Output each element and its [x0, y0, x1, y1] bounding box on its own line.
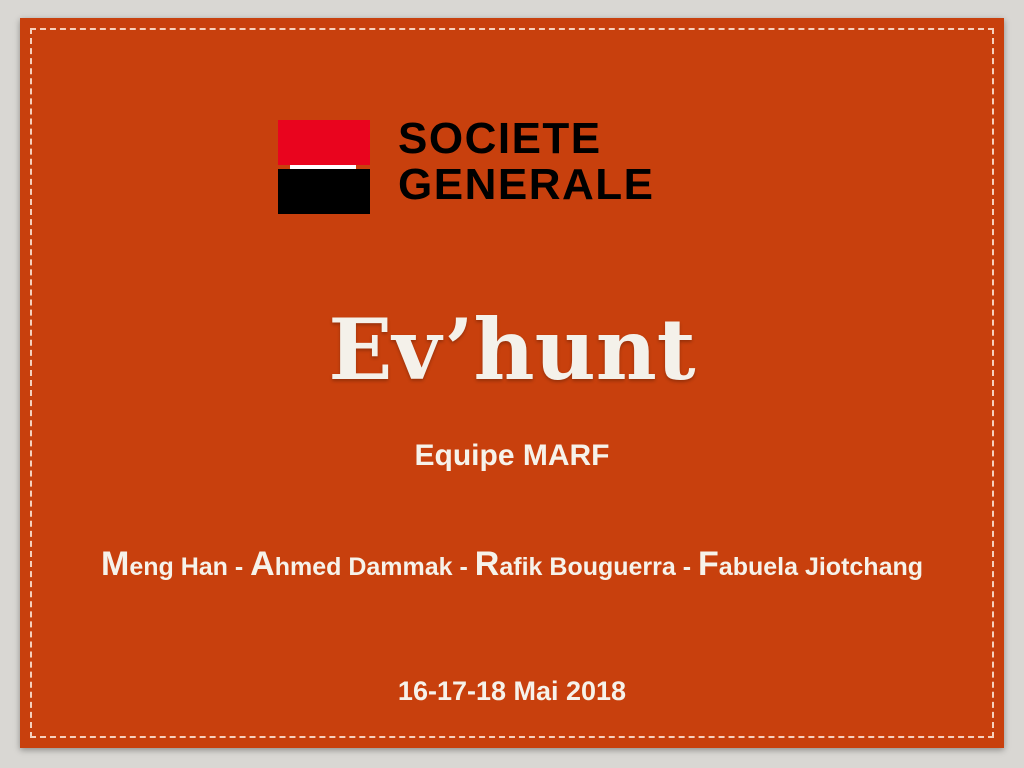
logo-line-2: GENERALE: [398, 160, 655, 209]
member-name: Fabuela Jiotchang: [698, 545, 924, 583]
member-initial: M: [100, 545, 130, 583]
member-rest: afik Bouguerra: [499, 553, 676, 581]
logo-red-square: [278, 120, 370, 165]
title-slide: SOCIETE GENERALE Ev’hunt Equipe MARF Men…: [20, 18, 1004, 748]
member-rest: eng Han: [129, 553, 228, 581]
team-members: Meng Han - Ahmed Dammak - Rafik Bouguerr…: [20, 544, 1004, 587]
logo-mark-icon: [278, 120, 370, 214]
member-initial: A: [250, 545, 275, 583]
societe-generale-logo: SOCIETE GENERALE: [278, 116, 748, 218]
logo-line-1: SOCIETE: [398, 114, 602, 163]
logo-wordmark: SOCIETE GENERALE: [398, 116, 654, 208]
member-name: Rafik Bouguerra: [475, 545, 676, 583]
team-name: Equipe MARF: [414, 439, 610, 472]
event-date: 16-17-18 Mai 2018: [397, 676, 627, 706]
member-initial: R: [474, 545, 500, 583]
member-rest: abuela Jiotchang: [718, 553, 924, 581]
logo-black-square: [278, 169, 370, 214]
member-name: Ahmed Dammak: [250, 545, 453, 583]
separator: -: [452, 553, 475, 581]
member-initial: F: [698, 545, 719, 583]
separator: -: [227, 553, 251, 581]
slide-title: Ev’hunt: [328, 300, 696, 399]
page: SOCIETE GENERALE Ev’hunt Equipe MARF Men…: [0, 0, 1024, 768]
separator: -: [675, 553, 699, 581]
member-rest: hmed Dammak: [274, 553, 453, 581]
member-name: Meng Han: [101, 545, 228, 583]
